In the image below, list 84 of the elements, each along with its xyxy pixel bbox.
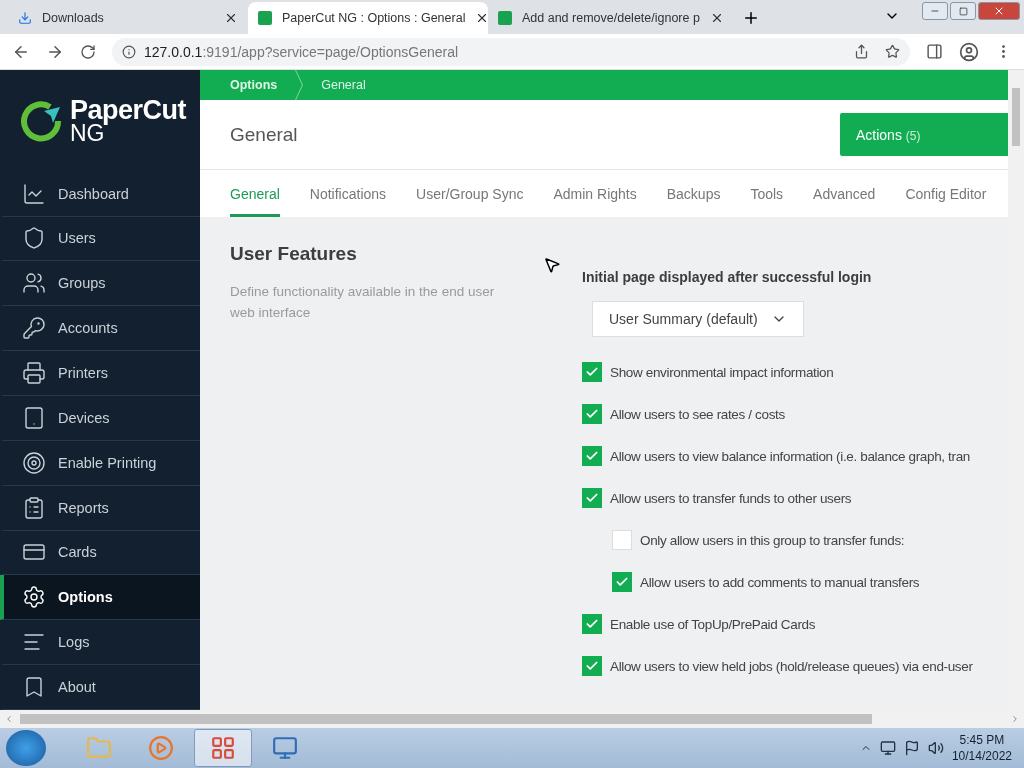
checkbox[interactable] [582,614,602,634]
tab[interactable]: Config Editor [905,170,987,217]
check-icon [585,617,599,631]
download-icon [18,11,32,25]
option-label: Allow users to view held jobs (hold/release queues) via end-user [610,658,973,674]
favicon [258,11,272,25]
dropdown[interactable]: User Summary (default) [592,301,804,337]
checkbox[interactable] [582,446,602,466]
folder-icon [86,735,112,761]
close-icon[interactable] [224,11,238,25]
field-label: Initial page displayed after successful login [582,269,873,285]
users-icon [22,271,46,296]
check-icon [585,365,599,379]
section-description: Define functionality available in the end user web interface [230,283,496,322]
share-icon[interactable] [854,44,869,59]
monitor-icon [272,735,298,761]
checkbox[interactable] [582,656,602,676]
browser-tab[interactable]: Downloads [8,2,248,34]
browser-tab[interactable]: PaperCut NG : Options : General [248,2,488,34]
check-icon [585,491,599,505]
checkbox[interactable] [582,362,602,382]
settings-icon [22,585,46,610]
clipboard-icon [22,495,46,520]
checkbox[interactable] [582,404,602,424]
tab[interactable]: Tools [750,170,784,217]
check-icon [585,449,599,463]
check-icon [585,659,599,673]
taskbar-app[interactable] [194,729,252,767]
scroll-right-icon[interactable] [1010,714,1020,724]
info-icon [122,44,136,59]
side-panel-icon[interactable] [926,43,943,60]
restore-button[interactable] [950,2,976,20]
browser-tab[interactable]: Add and remove/delete/ignore p [488,2,728,34]
option-label: Only allow users in this group to transfer funds: [640,532,905,548]
target-icon [22,450,46,475]
tab[interactable]: Notifications [309,170,387,217]
line-chart-icon [22,181,46,206]
address-field[interactable]: 127.0.0.1:9191/app?service=page/OptionsGeneral [112,37,910,66]
logo: PaperCut NG [0,70,200,172]
check-icon [615,575,629,589]
option-label: Allow users to add comments to manual transfers [640,574,920,590]
cursor-icon [543,256,561,274]
section-title: User Features [230,243,358,265]
scrollbar[interactable] [0,710,1024,728]
close-icon[interactable] [475,11,488,25]
tab[interactable]: Advanced [813,170,876,217]
nav-item[interactable]: Printers [0,351,200,396]
reload-icon[interactable] [80,43,96,60]
play-icon [148,735,174,761]
option-label: Allow users to transfer funds to other users [610,490,852,506]
browser-icon [210,735,236,761]
checkbox[interactable] [582,488,602,508]
printer-icon [22,361,46,386]
tab[interactable]: Backups [666,170,721,217]
flag-icon[interactable] [903,740,920,756]
shield-icon [22,226,46,251]
new-tab-icon[interactable] [742,9,760,27]
key-icon [22,316,46,341]
minimize-button[interactable] [922,2,948,20]
option-label: Enable use of TopUp/PrePaid Cards [610,616,816,632]
restore-icon [958,6,968,16]
star-icon[interactable] [885,44,900,59]
chevron-icon [295,70,304,100]
option-label: Allow users to view balance information (i.e. balance graph, tran [610,448,970,464]
breadcrumb-current: General [321,78,366,92]
clock: 5:45 PM 10/14/2022 [951,732,1012,764]
page-title: General [230,123,299,146]
tab[interactable]: User/Group Sync [416,170,524,217]
favicon [498,11,512,25]
close-icon [993,5,1005,17]
tab[interactable]: Admin Rights [553,170,637,217]
scroll-left-icon[interactable] [4,714,14,724]
nav-item[interactable]: Options [0,575,200,621]
volume-icon[interactable] [927,740,944,756]
network-icon[interactable] [879,740,896,756]
tab[interactable]: General [230,170,280,217]
option-label: Show environmental impact information [610,364,834,380]
close-button[interactable] [978,2,1020,20]
tablet-icon [22,405,46,430]
profile-icon[interactable] [959,41,979,62]
check-icon [585,407,599,421]
option-label: Allow users to see rates / costs [610,406,785,422]
checkbox[interactable] [612,572,632,592]
start-button[interactable] [6,730,46,766]
